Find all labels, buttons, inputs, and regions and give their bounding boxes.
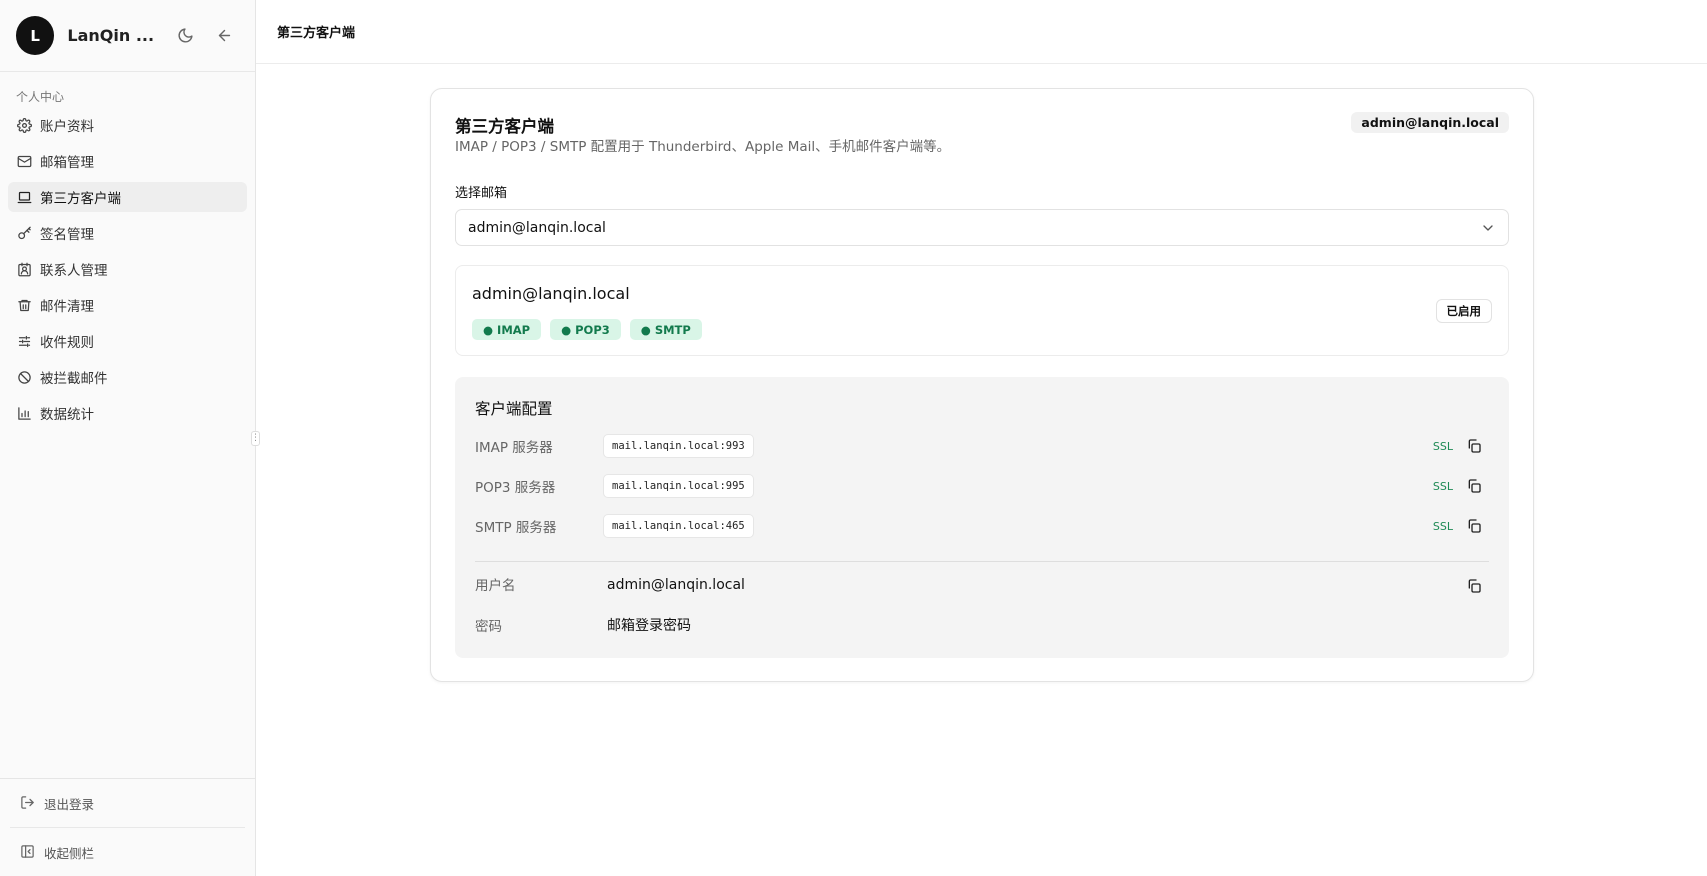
logout-label: 退出登录 bbox=[44, 796, 95, 812]
sidebar-item-signature-management[interactable]: 签名管理 bbox=[8, 218, 247, 248]
copy-button[interactable] bbox=[1465, 477, 1483, 495]
mail-icon bbox=[16, 153, 32, 169]
select-mailbox-label: 选择邮箱 bbox=[455, 186, 508, 201]
server-label: SMTP 服务器 bbox=[475, 520, 557, 536]
sidebar-item-label: 邮箱管理 bbox=[40, 155, 94, 171]
bar-chart-icon bbox=[16, 405, 32, 421]
current-account-badge: admin@lanqin.local bbox=[1351, 112, 1509, 133]
sidebar-item-third-party-client[interactable]: 第三方客户端 bbox=[8, 182, 247, 212]
protocol-tags: ● IMAP ● POP3 ● SMTP bbox=[472, 319, 702, 340]
theme-toggle-button[interactable] bbox=[171, 21, 201, 51]
password-label: 密码 bbox=[475, 619, 502, 635]
top-bar: 第三方客户端 bbox=[256, 0, 1707, 64]
copy-username-button[interactable] bbox=[1465, 577, 1483, 595]
logout-icon bbox=[20, 795, 36, 811]
protocol-tag-smtp: ● SMTP bbox=[629, 319, 702, 340]
ssl-label: SSL bbox=[1432, 479, 1453, 493]
logout-button[interactable]: 退出登录 bbox=[0, 779, 255, 827]
server-label: POP3 服务器 bbox=[475, 480, 556, 496]
password-value: 邮箱登录密码 bbox=[607, 618, 691, 634]
sidebar-item-blocked-mail[interactable]: 被拦截邮件 bbox=[8, 362, 247, 392]
sidebar-item-mail-cleanup[interactable]: 邮件清理 bbox=[8, 290, 247, 320]
config-divider bbox=[475, 561, 1489, 562]
laptop-icon bbox=[16, 189, 32, 205]
sidebar-footer: 退出登录 收起侧栏 bbox=[0, 778, 255, 876]
sidebar-item-label: 联系人管理 bbox=[40, 263, 108, 279]
username-row: 用户名 admin@lanqin.local bbox=[475, 574, 1489, 598]
server-row-pop3: POP3 服务器 mail.lanqin.local:995 SSL bbox=[475, 474, 1489, 498]
sidebar-item-statistics[interactable]: 数据统计 bbox=[8, 398, 247, 428]
contact-icon bbox=[16, 261, 32, 277]
sidebar-item-label: 第三方客户端 bbox=[40, 191, 121, 207]
copy-button[interactable] bbox=[1465, 517, 1483, 535]
sidebar-item-inbox-rules[interactable]: 收件规则 bbox=[8, 326, 247, 356]
key-icon bbox=[16, 225, 32, 241]
mailbox-select-value: admin@lanqin.local bbox=[468, 219, 606, 236]
sidebar-item-contact-management[interactable]: 联系人管理 bbox=[8, 254, 247, 284]
sidebar-resize-handle[interactable]: ⋮ bbox=[251, 431, 260, 446]
sidebar-item-label: 账户资料 bbox=[40, 119, 94, 135]
config-title: 客户端配置 bbox=[475, 400, 553, 418]
server-host[interactable]: mail.lanqin.local:995 bbox=[603, 474, 754, 498]
sidebar-item-account-profile[interactable]: 账户资料 bbox=[8, 110, 247, 140]
ban-icon bbox=[16, 369, 32, 385]
copy-button[interactable] bbox=[1465, 437, 1483, 455]
sidebar: L LanQin ... 个人中心 账户资料 邮箱管理 第三方客户端 签名管理 … bbox=[0, 0, 256, 876]
trash-icon bbox=[16, 297, 32, 313]
collapse-sidebar-button[interactable]: 收起侧栏 bbox=[0, 828, 255, 876]
copy-icon bbox=[1468, 439, 1481, 453]
ssl-label: SSL bbox=[1432, 519, 1453, 533]
mailbox-select[interactable]: admin@lanqin.local bbox=[455, 209, 1509, 246]
copy-icon bbox=[1468, 479, 1481, 493]
card-description: IMAP / POP3 / SMTP 配置用于 Thunderbird、Appl… bbox=[455, 139, 951, 155]
username-value[interactable]: admin@lanqin.local bbox=[607, 577, 745, 593]
client-config-panel: 客户端配置 IMAP 服务器 mail.lanqin.local:993 SSL… bbox=[455, 377, 1509, 658]
account-email: admin@lanqin.local bbox=[472, 284, 630, 303]
page-title: 第三方客户端 bbox=[277, 26, 356, 41]
sidebar-header: L LanQin ... bbox=[0, 0, 255, 72]
sliders-icon bbox=[16, 333, 32, 349]
server-label: IMAP 服务器 bbox=[475, 440, 553, 456]
sidebar-item-mailbox-management[interactable]: 邮箱管理 bbox=[8, 146, 247, 176]
password-row: 密码 邮箱登录密码 bbox=[475, 615, 1489, 639]
ssl-label: SSL bbox=[1432, 439, 1453, 453]
sidebar-item-label: 被拦截邮件 bbox=[40, 371, 108, 387]
sidebar-nav: 账户资料 邮箱管理 第三方客户端 签名管理 联系人管理 邮件清理 收件规则 被拦… bbox=[0, 106, 255, 428]
server-host[interactable]: mail.lanqin.local:465 bbox=[603, 514, 754, 538]
protocol-tag-pop3: ● POP3 bbox=[550, 319, 621, 340]
chevron-down-icon bbox=[1483, 225, 1493, 231]
panel-collapse-icon bbox=[20, 844, 36, 860]
arrow-left-icon bbox=[218, 29, 230, 42]
server-row-smtp: SMTP 服务器 mail.lanqin.local:465 SSL bbox=[475, 514, 1489, 538]
sidebar-item-label: 签名管理 bbox=[40, 227, 94, 243]
sidebar-item-label: 数据统计 bbox=[40, 407, 94, 423]
client-config-card: 第三方客户端 IMAP / POP3 / SMTP 配置用于 Thunderbi… bbox=[430, 88, 1534, 682]
server-host[interactable]: mail.lanqin.local:993 bbox=[603, 434, 754, 458]
collapse-sidebar-label: 收起侧栏 bbox=[44, 845, 95, 861]
status-badge: 已启用 bbox=[1435, 299, 1492, 323]
account-summary: admin@lanqin.local ● IMAP ● POP3 ● SMTP … bbox=[455, 265, 1509, 356]
sidebar-item-label: 收件规则 bbox=[40, 335, 94, 351]
copy-icon bbox=[1468, 579, 1481, 593]
sidebar-item-label: 邮件清理 bbox=[40, 299, 94, 315]
gear-icon bbox=[16, 117, 32, 133]
copy-icon bbox=[1468, 519, 1481, 533]
protocol-tag-imap: ● IMAP bbox=[472, 319, 542, 340]
card-title: 第三方客户端 bbox=[455, 117, 554, 136]
avatar[interactable]: L bbox=[16, 16, 55, 55]
username-label: 用户名 bbox=[475, 578, 516, 594]
brand-name: LanQin ... bbox=[67, 26, 155, 45]
sidebar-group-label: 个人中心 bbox=[16, 90, 65, 104]
moon-icon bbox=[178, 28, 193, 43]
back-button[interactable] bbox=[209, 21, 239, 51]
server-row-imap: IMAP 服务器 mail.lanqin.local:993 SSL bbox=[475, 434, 1489, 458]
